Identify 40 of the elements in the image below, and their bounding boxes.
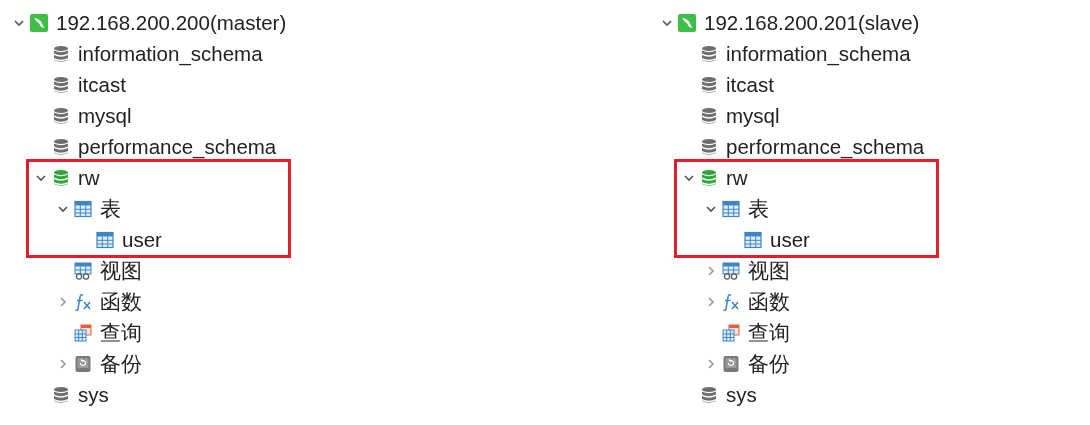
view-icon [74, 261, 92, 280]
tree-item[interactable]: information_schema [726, 41, 911, 66]
tree-item[interactable]: mysql [78, 103, 132, 128]
tree-item[interactable]: 192.168.200.201(slave) [704, 10, 920, 35]
tree-item[interactable]: sys [726, 382, 757, 407]
table-icon [722, 199, 740, 218]
table-icon [96, 230, 114, 249]
tree-item[interactable]: performance_schema [726, 134, 925, 159]
tree-item[interactable]: 备份 [100, 349, 142, 378]
tree-item[interactable]: 查询 [100, 318, 142, 347]
tree-item[interactable]: user [770, 227, 810, 252]
tree-item[interactable]: mysql [726, 103, 780, 128]
tree-item[interactable]: 192.168.200.200(master) [56, 10, 287, 35]
tree-item[interactable]: 函数 [100, 287, 142, 316]
tree-item[interactable]: information_schema [78, 41, 263, 66]
tree-item[interactable]: 备份 [748, 349, 790, 378]
tree-item[interactable]: rw [726, 165, 748, 190]
connection-icon [30, 13, 48, 32]
tree-item[interactable]: 查询 [748, 318, 790, 347]
tree-item[interactable]: 函数 [748, 287, 790, 316]
function-icon [74, 292, 92, 311]
tree-item[interactable]: 表 [100, 194, 121, 223]
query-icon [74, 323, 92, 342]
tree-item[interactable]: 视图 [748, 256, 790, 285]
query-icon [722, 323, 740, 342]
tree-item[interactable]: 表 [748, 194, 769, 223]
tree-item[interactable]: rw [78, 165, 100, 190]
backup-icon [74, 354, 92, 373]
connection-icon [678, 13, 696, 32]
tree-item[interactable]: itcast [78, 72, 126, 97]
tree-item[interactable]: 视图 [100, 256, 142, 285]
tree-item[interactable]: sys [78, 382, 109, 407]
function-icon [722, 292, 740, 311]
view-icon [722, 261, 740, 280]
tree-item[interactable]: user [122, 227, 162, 252]
table-icon [744, 230, 762, 249]
backup-icon [722, 354, 740, 373]
table-icon [74, 199, 92, 218]
tree-item[interactable]: itcast [726, 72, 774, 97]
tree-item[interactable]: performance_schema [78, 134, 277, 159]
